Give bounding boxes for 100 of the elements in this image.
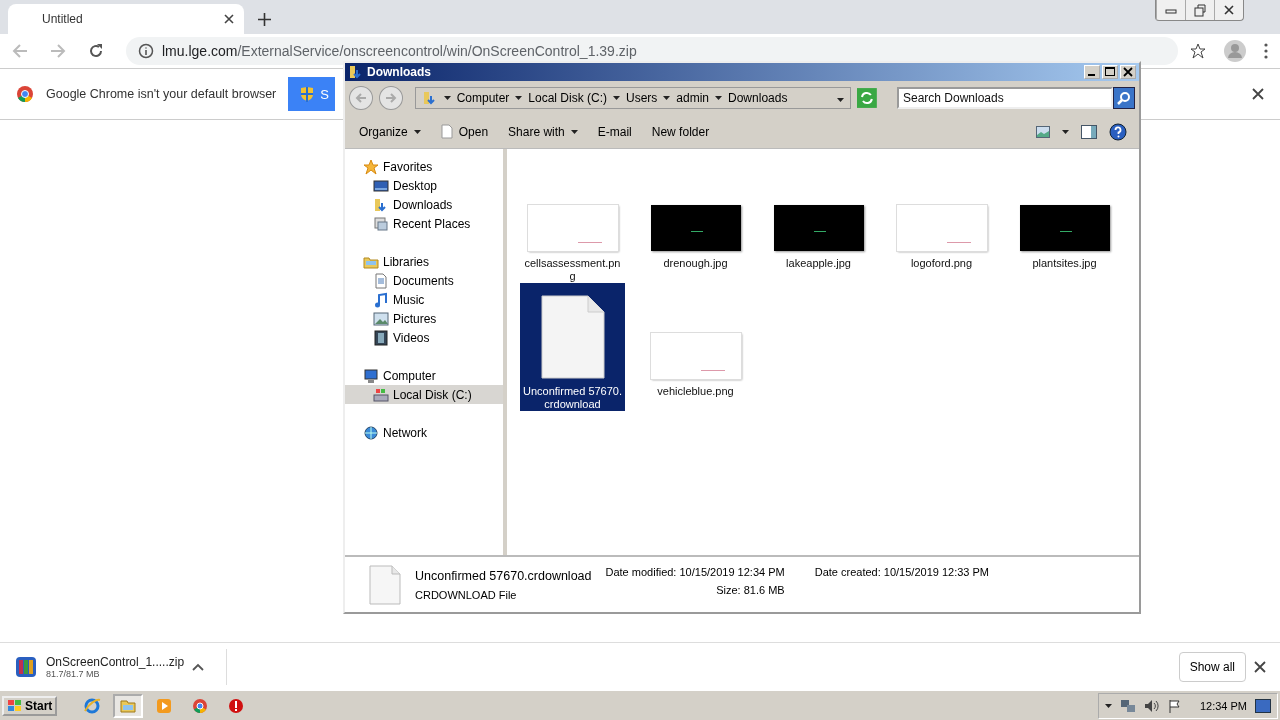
preview-pane-icon[interactable] <box>1081 124 1097 139</box>
detail-field: Date created: 10/15/2019 12:33 PM <box>814 566 989 578</box>
nav-item[interactable]: Documents <box>345 271 503 290</box>
close-icon[interactable] <box>224 14 234 24</box>
nav-item[interactable]: Downloads <box>345 195 503 214</box>
nav-item[interactable]: Computer <box>345 366 503 385</box>
computer-icon <box>363 367 379 384</box>
star-icon[interactable] <box>1190 43 1206 59</box>
star-icon <box>363 158 379 175</box>
toolbar-menu-button[interactable]: Organize <box>357 122 423 141</box>
nav-item[interactable]: Local Disk (C:) <box>345 385 503 404</box>
caret-icon <box>413 129 421 134</box>
network-icon[interactable] <box>1119 698 1136 713</box>
file-item[interactable]: vehicleblue.png <box>643 283 748 411</box>
reload-icon[interactable] <box>88 43 104 59</box>
toolbar-menu-button[interactable]: Share with <box>506 122 580 141</box>
nav-item[interactable]: Recent Places <box>345 214 503 233</box>
browser-tab[interactable]: Untitled <box>8 4 244 34</box>
nav-item[interactable]: Pictures <box>345 309 503 328</box>
chevron-icon <box>1104 703 1112 708</box>
folder-icon <box>373 196 389 213</box>
caret-icon <box>515 96 523 100</box>
folder-icon <box>421 90 438 106</box>
show-all-button[interactable]: Show all <box>1178 651 1246 682</box>
file-item[interactable]: lakeapple.jpg <box>766 155 871 283</box>
menu-icon[interactable] <box>1264 43 1268 59</box>
show-desktop-icon[interactable] <box>1255 698 1271 713</box>
desktop-icon <box>373 177 389 194</box>
refresh-icon[interactable] <box>857 88 877 108</box>
dropdown-icon <box>1062 129 1069 134</box>
windows-icon <box>7 698 23 713</box>
toolbar-button[interactable]: New folder <box>649 122 712 141</box>
page-icon <box>440 124 453 139</box>
flag-icon[interactable] <box>1167 698 1182 713</box>
back-icon <box>354 93 367 103</box>
videos-icon <box>373 329 389 346</box>
breadcrumb-item[interactable]: admin <box>676 91 710 105</box>
media-icon <box>155 696 174 715</box>
avatar-icon[interactable] <box>1224 40 1246 62</box>
music-icon <box>373 291 389 308</box>
nav-item[interactable]: Libraries <box>345 252 503 271</box>
disk-icon <box>373 386 389 403</box>
search-icon <box>1117 91 1131 105</box>
document-icon <box>369 564 401 605</box>
caret-icon <box>663 96 671 100</box>
url-text: lmu.lge.com/ExternalService/onscreencontrol/win/OnScreenControl_1.39.zip <box>162 43 637 59</box>
nav-item[interactable]: Videos <box>345 328 503 347</box>
chrome-icon <box>191 696 210 715</box>
document-icon <box>540 295 605 379</box>
start-button[interactable]: Start <box>2 695 58 716</box>
window-title: Downloads <box>367 65 431 79</box>
document-icon <box>373 272 389 289</box>
caret-icon <box>443 96 451 100</box>
folder-icon <box>348 64 364 80</box>
new-tab-icon[interactable] <box>258 13 271 26</box>
breadcrumb-item[interactable]: Downloads <box>728 91 788 105</box>
speaker-icon[interactable] <box>1143 698 1160 713</box>
nav-item[interactable]: Music <box>345 290 503 309</box>
download-name[interactable]: OnScreenControl_1.....zip <box>46 654 185 669</box>
file-item[interactable]: cellsassessment.png <box>520 155 625 283</box>
nav-item[interactable]: Favorites <box>345 157 503 176</box>
file-item[interactable]: plantsites.jpg <box>1012 155 1117 283</box>
recent-icon <box>373 215 389 232</box>
detail-field: Date modified: 10/15/2019 12:34 PM <box>605 566 785 578</box>
view-icon[interactable] <box>1036 125 1050 138</box>
network-icon <box>363 424 379 441</box>
forward-icon <box>384 93 397 103</box>
infobar-message: Google Chrome isn't your default browser <box>46 87 277 101</box>
set-default-button[interactable]: S <box>288 77 335 111</box>
close-icon[interactable] <box>1252 88 1264 100</box>
file-name: Unconfirmed 57670.crdownload <box>415 568 592 583</box>
address-bar[interactable]: Computer Local Disk (C:) Users admin Downloads <box>414 87 852 109</box>
maximize-icon[interactable] <box>1102 65 1118 79</box>
breadcrumb-item[interactable]: Users <box>626 91 658 105</box>
info-icon <box>138 43 154 59</box>
close-icon[interactable] <box>1254 660 1266 673</box>
file-item[interactable]: Unconfirmed 57670.crdownload <box>520 283 625 411</box>
download-size: 81.7/81.7 MB <box>46 668 100 679</box>
file-item[interactable]: drenough.jpg <box>643 155 748 283</box>
search-field[interactable]: Search Downloads <box>896 87 1113 109</box>
search-button[interactable] <box>1113 87 1135 109</box>
file-type: CRDOWNLOAD File <box>415 588 518 601</box>
nav-item[interactable]: Network <box>345 423 503 442</box>
pictures-icon <box>373 310 389 327</box>
caret-icon <box>570 129 578 134</box>
breadcrumb-item[interactable]: Computer <box>456 91 510 105</box>
caret-icon <box>715 96 723 100</box>
archive-icon <box>14 654 38 679</box>
shield-icon <box>300 86 315 102</box>
chevron-icon[interactable] <box>192 662 205 671</box>
open-button[interactable]: Open <box>438 122 491 141</box>
toolbar-button[interactable]: E-mail <box>595 122 634 141</box>
detail-field: Size: 81.6 MB <box>716 584 785 596</box>
stop-icon <box>227 696 246 715</box>
nav-item[interactable]: Desktop <box>345 176 503 195</box>
help-icon[interactable] <box>1109 122 1127 141</box>
clock[interactable]: 12:34 PM <box>1199 699 1247 712</box>
file-item[interactable]: logoford.png <box>889 155 994 283</box>
breadcrumb-item[interactable]: Local Disk (C:) <box>528 91 607 105</box>
ie-icon <box>83 696 102 715</box>
